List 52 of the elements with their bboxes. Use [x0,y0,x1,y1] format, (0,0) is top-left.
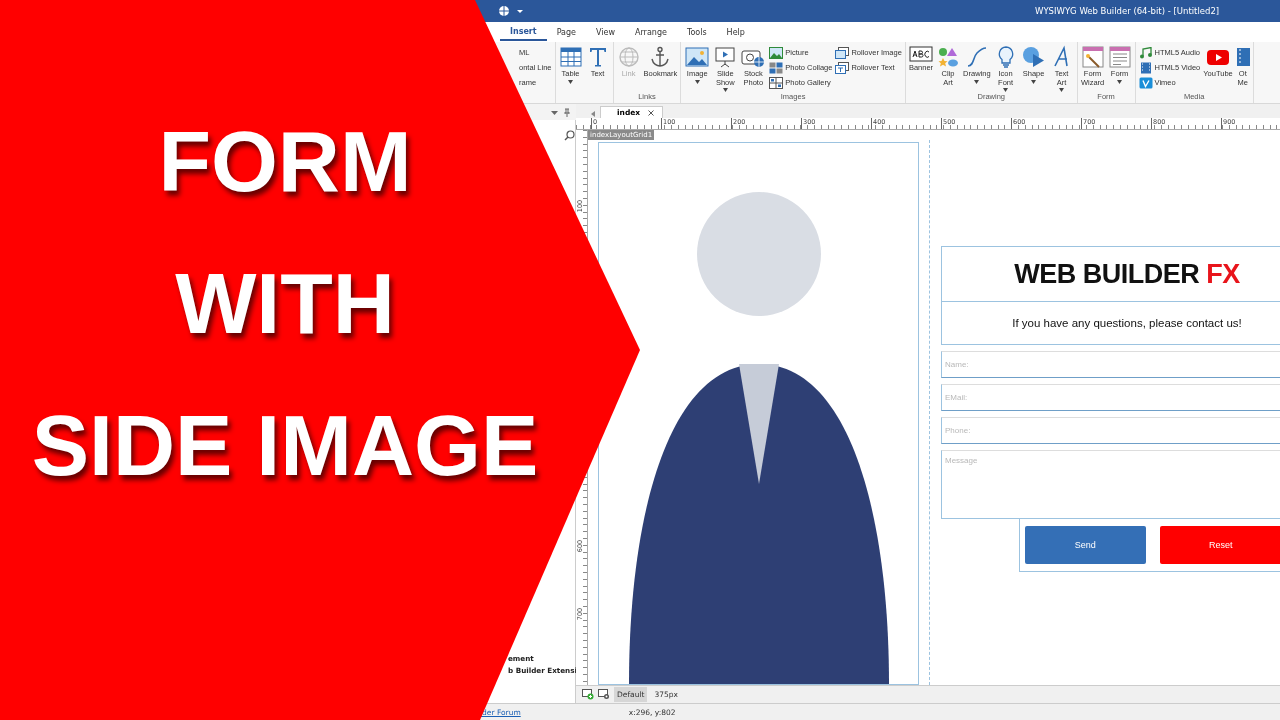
caret-icon [1117,79,1123,84]
stacked-picture-icon [835,46,850,59]
caret-icon [1003,88,1009,93]
ribbon-tab[interactable]: View [586,24,625,40]
window-title: WYSIWYG Web Builder (64-bit) - [Untitled2] [1035,6,1220,16]
caret-icon [694,79,700,84]
search-icon [563,130,575,141]
form-subtitle: If you have any questions, please contact us! [1012,317,1242,329]
caret-icon [722,88,728,93]
caret-icon [974,79,980,84]
dropdown-icon [516,7,524,15]
caret-icon [1031,79,1037,84]
ribbon-tab[interactable]: Arrange [625,24,677,40]
shapes-icon [936,45,961,69]
screen-gear-icon [598,689,610,700]
banner-heading: SIDE IMAGE [31,402,539,488]
banner-heading: WITH [175,260,395,346]
ribbon-tab[interactable]: Page [546,24,586,40]
close-icon [648,109,655,116]
banner-heading: FORM [158,118,412,204]
film-icon [1235,45,1250,69]
film-strip-icon [1138,61,1153,74]
landscape-icon [684,45,711,69]
globe-icon [498,5,510,17]
picture-icon [769,46,784,59]
form-title: WEB BUILDER FX [1014,258,1240,290]
screen-plus-icon [582,689,594,700]
abc-icon [908,45,933,63]
letter-v-icon [1138,76,1153,89]
globe-icon [616,45,641,69]
collage-icon [769,61,784,74]
gallery-icon [769,76,784,89]
form-wand-icon [1080,45,1105,69]
message-field[interactable]: Message [941,450,1280,519]
send-button[interactable]: Send [1025,526,1146,564]
input-field[interactable]: Phone: [941,417,1280,444]
input-field[interactable]: EMail: [941,384,1280,411]
stacked-text-icon [835,61,850,74]
shapes-icon [1020,45,1047,69]
input-field[interactable]: Name: [941,351,1280,378]
ribbon-tab[interactable]: Insert [500,23,547,41]
ribbon-tab[interactable]: Tools [676,24,717,40]
form-icon [1107,45,1132,69]
table-icon [558,45,583,69]
presentation-icon [713,45,738,69]
dropdown-icon [550,108,558,116]
caret-icon [568,79,574,84]
caret-icon [1059,88,1065,93]
reset-button[interactable]: Reset [1159,526,1280,564]
music-note-icon [1138,46,1153,59]
ribbon-tab[interactable]: Help [716,24,755,40]
pin-icon [562,107,571,117]
